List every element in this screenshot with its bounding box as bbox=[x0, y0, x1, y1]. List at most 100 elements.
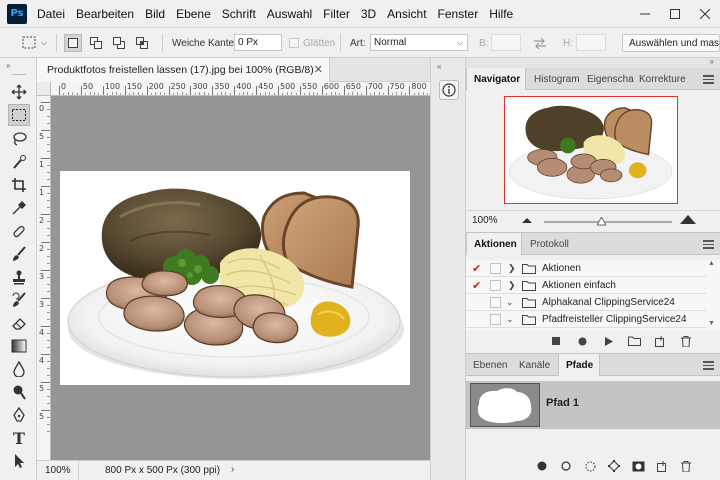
lasso-icon[interactable] bbox=[8, 128, 30, 150]
document-tab[interactable]: Produktfotos freistellen lassen (17).jpg… bbox=[37, 58, 330, 82]
new-set-folder-icon[interactable] bbox=[626, 333, 642, 349]
scroll-down-icon[interactable]: ▼ bbox=[708, 320, 715, 327]
stroke-path-icon[interactable] bbox=[558, 458, 574, 474]
new-path-icon[interactable] bbox=[654, 458, 670, 474]
feather-input[interactable]: 0 Px bbox=[234, 34, 282, 51]
ruler-origin[interactable] bbox=[37, 82, 51, 96]
intersect-selection-icon[interactable] bbox=[133, 34, 151, 52]
chevron-down-icon[interactable]: ⌄ bbox=[506, 314, 514, 325]
close-icon[interactable]: ✕ bbox=[314, 63, 323, 76]
tab-properties[interactable]: Eigenschaf bbox=[580, 68, 634, 90]
scroll-up-icon[interactable]: ▲ bbox=[708, 260, 715, 267]
menu-bearbeiten[interactable]: Bearbeiten bbox=[76, 7, 134, 21]
dialog-toggle-box[interactable] bbox=[490, 296, 501, 308]
chevron-right-icon[interactable]: ❯ bbox=[508, 280, 516, 291]
menu-bild[interactable]: Bild bbox=[145, 7, 165, 21]
fill-path-icon[interactable] bbox=[534, 458, 550, 474]
new-action-icon[interactable] bbox=[652, 333, 668, 349]
subtract-from-selection-icon[interactable] bbox=[110, 34, 128, 52]
brush-icon[interactable] bbox=[8, 243, 30, 265]
canvas-area[interactable] bbox=[51, 96, 430, 460]
type-icon[interactable]: T bbox=[8, 427, 30, 449]
menu-datei[interactable]: Datei bbox=[37, 7, 65, 21]
collapse-strip-icon[interactable]: « bbox=[437, 62, 441, 71]
swap-dimensions-icon[interactable] bbox=[533, 34, 547, 52]
history-brush-icon[interactable] bbox=[8, 289, 30, 311]
path-row[interactable]: Pfad 1 bbox=[466, 381, 720, 429]
tab-channels[interactable]: Kanäle bbox=[512, 354, 558, 376]
panel-menu-icon[interactable] bbox=[703, 240, 714, 251]
add-mask-icon[interactable] bbox=[630, 458, 646, 474]
quick-select-icon[interactable] bbox=[8, 151, 30, 173]
style-select[interactable]: Normal ⌵ bbox=[370, 34, 468, 51]
tab-history[interactable]: Protokoll bbox=[523, 233, 581, 255]
tab-adjustments[interactable]: Korrekture bbox=[632, 68, 692, 90]
path-to-selection-icon[interactable] bbox=[582, 458, 598, 474]
menu-schrift[interactable]: Schrift bbox=[222, 7, 256, 21]
zoom-in-icon[interactable] bbox=[680, 214, 696, 225]
action-set-row[interactable]: ⌄ Pfadfreisteller ClippingService24 bbox=[466, 311, 706, 328]
add-to-selection-icon[interactable] bbox=[87, 34, 105, 52]
tool-preset-picker[interactable]: ⌵ bbox=[22, 34, 47, 52]
collapse-panels-icon[interactable]: » bbox=[710, 57, 714, 66]
menu-filter[interactable]: Filter bbox=[323, 7, 350, 21]
menu-fenster[interactable]: Fenster bbox=[438, 7, 479, 21]
blur-icon[interactable] bbox=[8, 358, 30, 380]
chevron-right-icon[interactable]: ❯ bbox=[508, 263, 516, 274]
clone-stamp-icon[interactable] bbox=[8, 266, 30, 288]
info-icon[interactable] bbox=[439, 80, 459, 100]
move-icon[interactable] bbox=[8, 81, 30, 103]
healing-brush-icon[interactable] bbox=[8, 220, 30, 242]
trash-icon[interactable] bbox=[678, 333, 694, 349]
antialias-checkbox[interactable]: Glätten bbox=[289, 34, 335, 52]
menu-auswahl[interactable]: Auswahl bbox=[267, 7, 312, 21]
tab-layers[interactable]: Ebenen bbox=[466, 354, 512, 376]
marquee-icon[interactable] bbox=[8, 104, 30, 126]
chevron-down-icon[interactable]: ⌄ bbox=[506, 297, 514, 308]
dialog-toggle-box[interactable] bbox=[490, 279, 501, 291]
panel-menu-icon[interactable] bbox=[703, 75, 714, 86]
play-icon[interactable] bbox=[600, 333, 616, 349]
checkmark-icon[interactable]: ✔ bbox=[472, 279, 482, 292]
menu-ebene[interactable]: Ebene bbox=[176, 7, 211, 21]
tab-actions[interactable]: Aktionen bbox=[466, 233, 522, 255]
menu-3d[interactable]: 3D bbox=[361, 7, 376, 21]
dialog-toggle-box[interactable] bbox=[490, 262, 501, 274]
zoom-field[interactable]: 100% bbox=[37, 461, 79, 480]
action-set-row[interactable]: ⌄ Alphakanal ClippingService24 bbox=[466, 294, 706, 311]
maximize-icon[interactable] bbox=[660, 0, 690, 28]
zoom-out-icon[interactable] bbox=[522, 216, 532, 224]
tab-paths[interactable]: Pfade bbox=[558, 354, 600, 376]
menu-hilfe[interactable]: Hilfe bbox=[489, 7, 513, 21]
navigator-zoom-slider[interactable] bbox=[544, 215, 672, 226]
collapse-toolbar-icon[interactable]: » bbox=[6, 61, 10, 70]
panel-menu-icon[interactable] bbox=[703, 361, 714, 372]
eyedropper-icon[interactable] bbox=[8, 197, 30, 219]
minimize-icon[interactable] bbox=[630, 0, 660, 28]
tab-histogram[interactable]: Histogram bbox=[527, 68, 581, 90]
action-set-row[interactable]: ✔ ❯ Aktionen einfach bbox=[466, 277, 706, 294]
navigator-preview[interactable] bbox=[504, 96, 678, 204]
selection-to-path-icon[interactable] bbox=[606, 458, 622, 474]
path-select-icon[interactable] bbox=[8, 450, 30, 472]
gradient-icon[interactable] bbox=[8, 335, 30, 357]
action-set-row[interactable]: ✔ ❯ Aktionen bbox=[466, 260, 706, 277]
select-and-mask-button[interactable]: Auswählen und mask bbox=[622, 34, 720, 52]
pen-icon[interactable] bbox=[8, 404, 30, 426]
new-selection-icon[interactable] bbox=[64, 34, 82, 52]
trash-icon[interactable] bbox=[678, 458, 694, 474]
actions-scrollbar[interactable]: ▲ ▼ bbox=[708, 260, 718, 330]
close-window-icon[interactable] bbox=[690, 0, 720, 28]
crop-icon[interactable] bbox=[8, 174, 30, 196]
eraser-icon[interactable] bbox=[8, 312, 30, 334]
stop-icon[interactable] bbox=[548, 333, 564, 349]
tab-navigator[interactable]: Navigator bbox=[466, 68, 526, 90]
document-canvas[interactable] bbox=[60, 171, 410, 385]
status-menu-arrow-icon[interactable]: › bbox=[231, 464, 234, 475]
dodge-icon[interactable] bbox=[8, 381, 30, 403]
record-icon[interactable] bbox=[574, 333, 590, 349]
width-input[interactable] bbox=[491, 34, 521, 51]
height-input[interactable] bbox=[576, 34, 606, 51]
zoom-slider-thumb[interactable] bbox=[596, 215, 607, 226]
menu-ansicht[interactable]: Ansicht bbox=[387, 7, 426, 21]
